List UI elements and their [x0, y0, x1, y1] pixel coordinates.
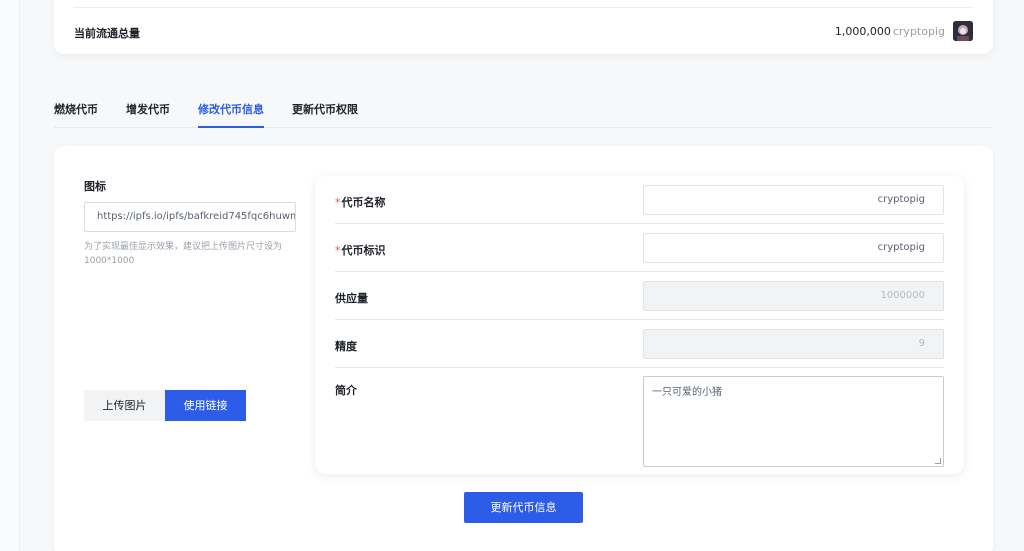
update-token-info-button[interactable]: 更新代币信息	[464, 492, 583, 523]
tab-bar: 燃烧代币 增发代币 修改代币信息 更新代币权限	[54, 92, 993, 128]
field-row-supply: 供应量 1000000	[335, 272, 944, 320]
supply-amount: 1,000,000	[834, 25, 891, 38]
intro-textarea[interactable]: 一只可爱的小猪	[643, 376, 944, 467]
token-avatar	[953, 21, 973, 41]
intro-text: 一只可爱的小猪	[652, 387, 722, 398]
token-fields-panel: *代币名称 cryptopig *代币标识 cryptopig 供应量 1000…	[315, 176, 964, 474]
upload-image-button[interactable]: 上传图片	[84, 390, 165, 421]
left-sidebar-edge	[0, 0, 20, 551]
tab-edit-info[interactable]: 修改代币信息	[198, 101, 264, 128]
resize-handle[interactable]	[935, 458, 941, 464]
divider	[74, 7, 973, 8]
upload-hint: 为了实现最佳显示效果，建议把上传图片尺寸设为1000*1000	[84, 242, 283, 266]
token-name-label: *代币名称	[335, 196, 386, 209]
tab-burn[interactable]: 燃烧代币	[54, 101, 98, 128]
main-content: 当前流通总量 1,000,000 cryptopig 燃烧代币 增发代币 修改代币…	[20, 0, 1024, 551]
edit-form-card: 图标 https://ipfs.io/ipfs/bafkreid745fqc6h…	[54, 146, 993, 551]
supply-card: 当前流通总量 1,000,000 cryptopig	[54, 0, 993, 54]
supply-value: 1,000,000 cryptopig	[835, 25, 945, 38]
required-mark: *	[335, 196, 341, 209]
icon-url-input[interactable]: https://ipfs.io/ipfs/bafkreid745fqc6huwm…	[84, 202, 296, 232]
token-symbol-input[interactable]: cryptopig	[643, 233, 944, 263]
field-row-name: *代币名称 cryptopig	[335, 176, 944, 224]
tab-mint[interactable]: 增发代币	[126, 101, 170, 128]
intro-label: 简介	[335, 384, 357, 397]
supply-field-input: 1000000	[643, 281, 944, 311]
decimals-field-input: 9	[643, 329, 944, 359]
supply-unit: cryptopig	[892, 25, 945, 38]
icon-section-title: 图标	[84, 180, 106, 193]
field-row-decimals: 精度 9	[335, 320, 944, 368]
required-mark: *	[335, 244, 341, 257]
supply-label: 当前流通总量	[74, 27, 140, 40]
use-link-button[interactable]: 使用链接	[165, 390, 246, 421]
field-row-symbol: *代币标识 cryptopig	[335, 224, 944, 272]
tab-update-authority[interactable]: 更新代币权限	[292, 101, 358, 128]
decimals-field-label: 精度	[335, 340, 357, 353]
token-symbol-label: *代币标识	[335, 244, 386, 257]
supply-field-label: 供应量	[335, 292, 368, 305]
token-name-input[interactable]: cryptopig	[643, 185, 944, 215]
